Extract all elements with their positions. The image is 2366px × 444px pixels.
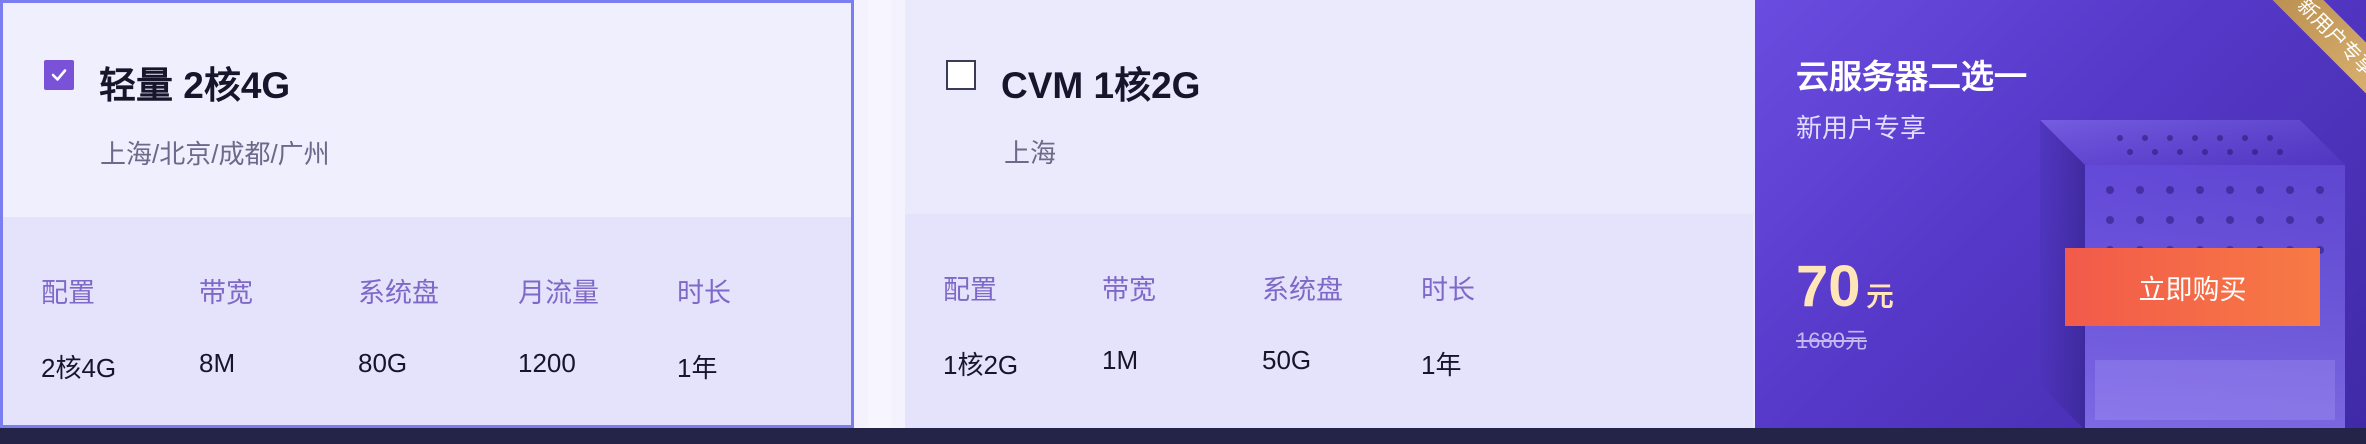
bottom-bar [0, 428, 2366, 444]
spec-value: 1200 [518, 348, 576, 378]
checkbox-unchecked[interactable] [946, 60, 976, 90]
spec-label: 时长 [1421, 275, 1475, 305]
spec-label: 月流量 [518, 278, 599, 308]
promo-subtitle: 新用户专享 [1796, 113, 1927, 143]
spec-label: 配置 [41, 278, 95, 308]
spec-label: 带宽 [199, 278, 253, 308]
price-amount: 70 [1796, 254, 1861, 319]
spec-label: 时长 [677, 278, 731, 308]
spec-value: 80G [358, 348, 408, 378]
promo-title: 云服务器二选一 [1796, 58, 2027, 95]
card-divider [854, 0, 905, 428]
spec-value: 8M [199, 348, 236, 378]
product-card-lighthouse[interactable]: 轻量 2核4G 上海/北京/成都/广州 配置 带宽 系统盘 月流量 时长 2核4… [0, 0, 854, 428]
product-selector: 轻量 2核4G 上海/北京/成都/广州 配置 带宽 系统盘 月流量 时长 2核4… [0, 0, 2366, 428]
card-header [3, 3, 851, 217]
original-price: 1680元 [1796, 328, 1867, 353]
price-unit: 元 [1866, 282, 1894, 312]
spec-value: 1核2G [943, 350, 1019, 380]
checkmark-icon [51, 69, 67, 81]
spec-label: 系统盘 [358, 278, 439, 308]
spec-label: 带宽 [1102, 275, 1156, 305]
product-region: 上海 [1004, 138, 1057, 168]
spec-label: 系统盘 [1262, 275, 1343, 305]
spec-value: 1年 [1421, 350, 1462, 380]
price: 70 元 [1796, 253, 1894, 320]
buy-now-button[interactable]: 立即购买 [2065, 248, 2320, 326]
ribbon-corner: 新用户专享 [2246, 0, 2366, 120]
product-title: CVM 1核2G [1001, 65, 1201, 106]
product-card-cvm[interactable]: CVM 1核2G 上海 配置 带宽 系统盘 时长 1核2G 1M 50G 1年 [905, 0, 1753, 428]
spec-value: 1年 [677, 353, 718, 383]
spec-value: 50G [1262, 345, 1312, 375]
promo-panel: 新用户专享 云服务器二选一 新用户专享 70 元 1680元 立即购买 [1755, 0, 2366, 428]
spec-value: 1M [1102, 345, 1139, 375]
product-region: 上海/北京/成都/广州 [100, 139, 330, 169]
spec-value: 2核4G [41, 353, 117, 383]
checkbox-checked[interactable] [44, 60, 74, 90]
new-user-ribbon: 新用户专享 [2252, 0, 2366, 120]
spec-label: 配置 [943, 275, 997, 305]
product-title: 轻量 2核4G [99, 65, 291, 106]
